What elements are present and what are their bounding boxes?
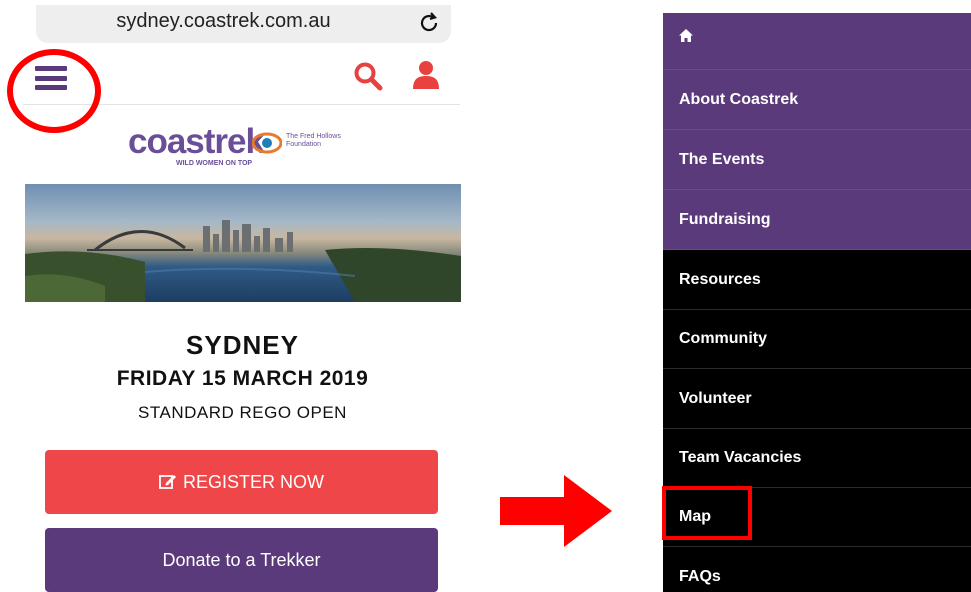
register-now-button[interactable]: REGISTER NOW [45,450,438,514]
menu-item-label: Volunteer [679,389,752,407]
url-text: sydney.coastrek.com.au [116,10,331,32]
menu-item-resources[interactable]: Resources [663,250,971,310]
menu-item-events[interactable]: The Events [663,130,971,190]
logo-wordmark: coastrek [128,122,265,161]
address-bar[interactable]: sydney.coastrek.com.au [36,5,451,43]
event-city: SYDNEY [186,330,299,360]
menu-item-fundraising[interactable]: Fundraising [663,190,971,250]
fred-hollows-eye-icon [252,132,282,154]
home-icon [679,29,693,42]
logo-tagline: WILD WOMEN ON TOP [176,160,253,167]
menu-item-about[interactable]: About Coastrek [663,70,971,130]
event-date: FRIDAY 15 MARCH 2019 [116,367,369,390]
menu-item-label: About Coastrek [679,90,799,108]
registration-status: STANDARD REGO OPEN [138,403,347,422]
menu-item-label: Resources [679,270,761,288]
edit-icon [159,475,176,489]
arrow-right-icon [500,475,612,547]
menu-item-community[interactable]: Community [663,309,971,369]
menu-item-label: The Events [679,150,765,168]
partner-logo-text: The Fred Hollows Foundation [286,133,341,148]
search-icon[interactable] [353,61,383,91]
user-icon[interactable] [412,60,440,90]
coastrek-logo[interactable]: coastrek WILD WOMEN ON TOP The Fred Holl… [128,122,368,174]
menu-item-home[interactable] [663,13,971,70]
register-label: REGISTER NOW [182,472,324,492]
donate-button[interactable]: Donate to a Trekker [45,528,438,592]
donate-label: Donate to a Trekker [162,550,321,570]
menu-item-label: FAQs [679,567,721,585]
map-highlight-box [662,486,752,540]
menu-item-volunteer[interactable]: Volunteer [663,369,971,429]
menu-highlight-circle [7,49,101,133]
menu-item-label: Community [679,329,767,347]
mobile-homepage: sydney.coastrek.com.au coastrek WILD WOM… [0,0,480,592]
menu-item-faqs[interactable]: FAQs [663,547,971,592]
menu-item-label: Fundraising [679,210,771,228]
menu-item-label: Team Vacancies [679,448,802,466]
sydney-harbour-photo [25,184,461,302]
menu-item-team-vacancies[interactable]: Team Vacancies [663,428,971,488]
reload-icon[interactable] [417,11,441,35]
